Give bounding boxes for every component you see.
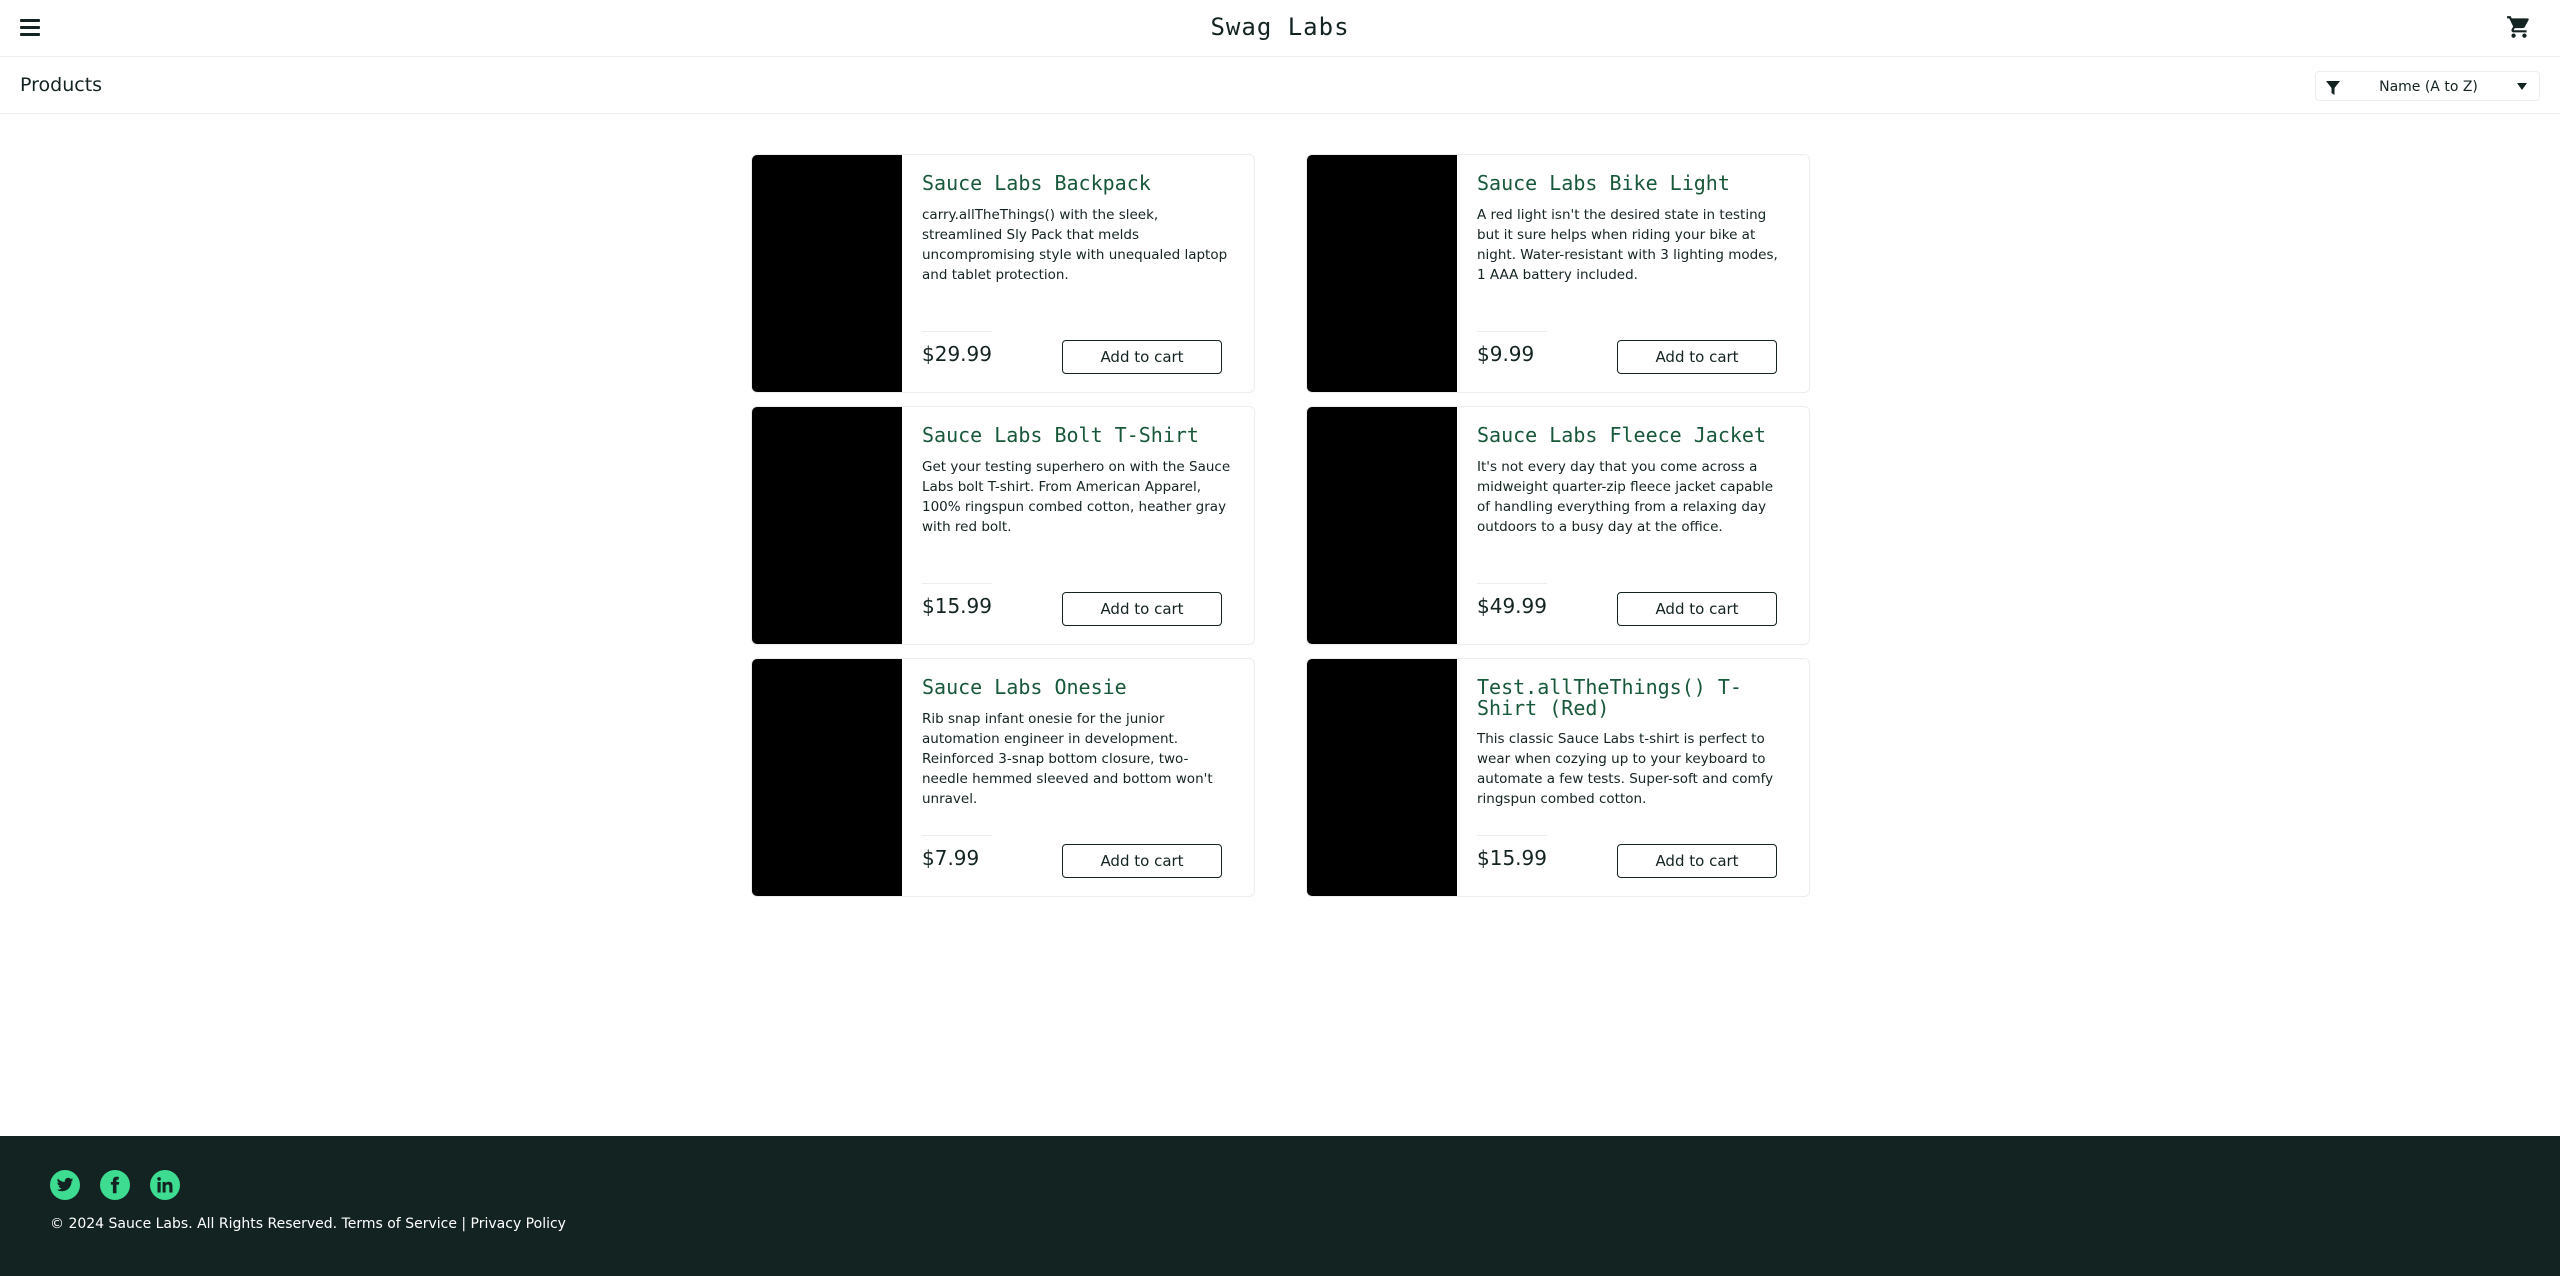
add-to-cart-button[interactable]: Add to cart <box>1617 844 1777 878</box>
app-logo: Swag Labs <box>1210 13 1350 41</box>
product-image[interactable] <box>1307 659 1457 896</box>
product-image[interactable] <box>1307 155 1457 392</box>
inventory-item: Sauce Labs Bike Light A red light isn't … <box>1306 154 1810 393</box>
sort-selected-value: Name (A to Z) <box>2379 79 2478 95</box>
product-description: carry.allTheThings() with the sleek, str… <box>922 207 1228 283</box>
product-name-link[interactable]: Sauce Labs Bike Light <box>1477 173 1777 194</box>
shopping-cart-icon[interactable] <box>2506 14 2532 40</box>
inventory-item: Sauce Labs Fleece Jacket It's not every … <box>1306 406 1810 645</box>
linkedin-icon[interactable] <box>150 1170 180 1200</box>
sort-dropdown[interactable]: Name (A to Z) <box>2315 71 2540 101</box>
product-price: $7.99 <box>922 846 980 870</box>
product-image[interactable] <box>752 407 902 644</box>
product-price: $29.99 <box>922 342 992 366</box>
product-name-link[interactable]: Sauce Labs Fleece Jacket <box>1477 425 1777 446</box>
twitter-icon[interactable] <box>50 1170 80 1200</box>
divider <box>922 331 992 332</box>
inventory-item: Test.allTheThings() T-Shirt (Red) This c… <box>1306 658 1810 897</box>
facebook-icon[interactable] <box>100 1170 130 1200</box>
product-price: $9.99 <box>1477 342 1535 366</box>
product-name-link[interactable]: Sauce Labs Onesie <box>922 677 1222 698</box>
product-description: A red light isn't the desired state in t… <box>1477 207 1778 283</box>
inventory-item: Sauce Labs Bolt T-Shirt Get your testing… <box>751 406 1255 645</box>
primary-header: Swag Labs <box>0 0 2560 57</box>
footer: © 2024 Sauce Labs. All Rights Reserved. … <box>0 1136 2560 1276</box>
product-image[interactable] <box>752 659 902 896</box>
product-image[interactable] <box>752 155 902 392</box>
add-to-cart-button[interactable]: Add to cart <box>1062 844 1222 878</box>
product-description: This classic Sauce Labs t-shirt is perfe… <box>1477 731 1774 807</box>
divider <box>1477 331 1547 332</box>
inventory-item: Sauce Labs Onesie Rib snap infant onesie… <box>751 658 1255 897</box>
product-image[interactable] <box>1307 407 1457 644</box>
product-description: It's not every day that you come across … <box>1477 459 1774 535</box>
divider <box>1477 835 1547 836</box>
add-to-cart-button[interactable]: Add to cart <box>1062 592 1222 626</box>
product-name-link[interactable]: Sauce Labs Backpack <box>922 173 1222 194</box>
product-price: $15.99 <box>922 594 992 618</box>
secondary-header: Products Name (A to Z) <box>0 57 2560 114</box>
inventory-item: Sauce Labs Backpack carry.allTheThings()… <box>751 154 1255 393</box>
divider <box>922 583 992 584</box>
product-description: Get your testing superhero on with the S… <box>922 459 1231 535</box>
product-price: $15.99 <box>1477 846 1547 870</box>
add-to-cart-button[interactable]: Add to cart <box>1617 592 1777 626</box>
add-to-cart-button[interactable]: Add to cart <box>1062 340 1222 374</box>
divider <box>922 835 992 836</box>
product-name-link[interactable]: Test.allTheThings() T-Shirt (Red) <box>1477 677 1777 719</box>
product-price: $49.99 <box>1477 594 1547 618</box>
product-description: Rib snap infant onesie for the junior au… <box>922 711 1213 807</box>
add-to-cart-button[interactable]: Add to cart <box>1617 340 1777 374</box>
footer-copyright: © 2024 Sauce Labs. All Rights Reserved. … <box>50 1216 566 1232</box>
page-title: Products <box>20 74 103 96</box>
divider <box>1477 583 1547 584</box>
chevron-down-icon <box>2517 83 2527 90</box>
product-name-link[interactable]: Sauce Labs Bolt T-Shirt <box>922 425 1222 446</box>
